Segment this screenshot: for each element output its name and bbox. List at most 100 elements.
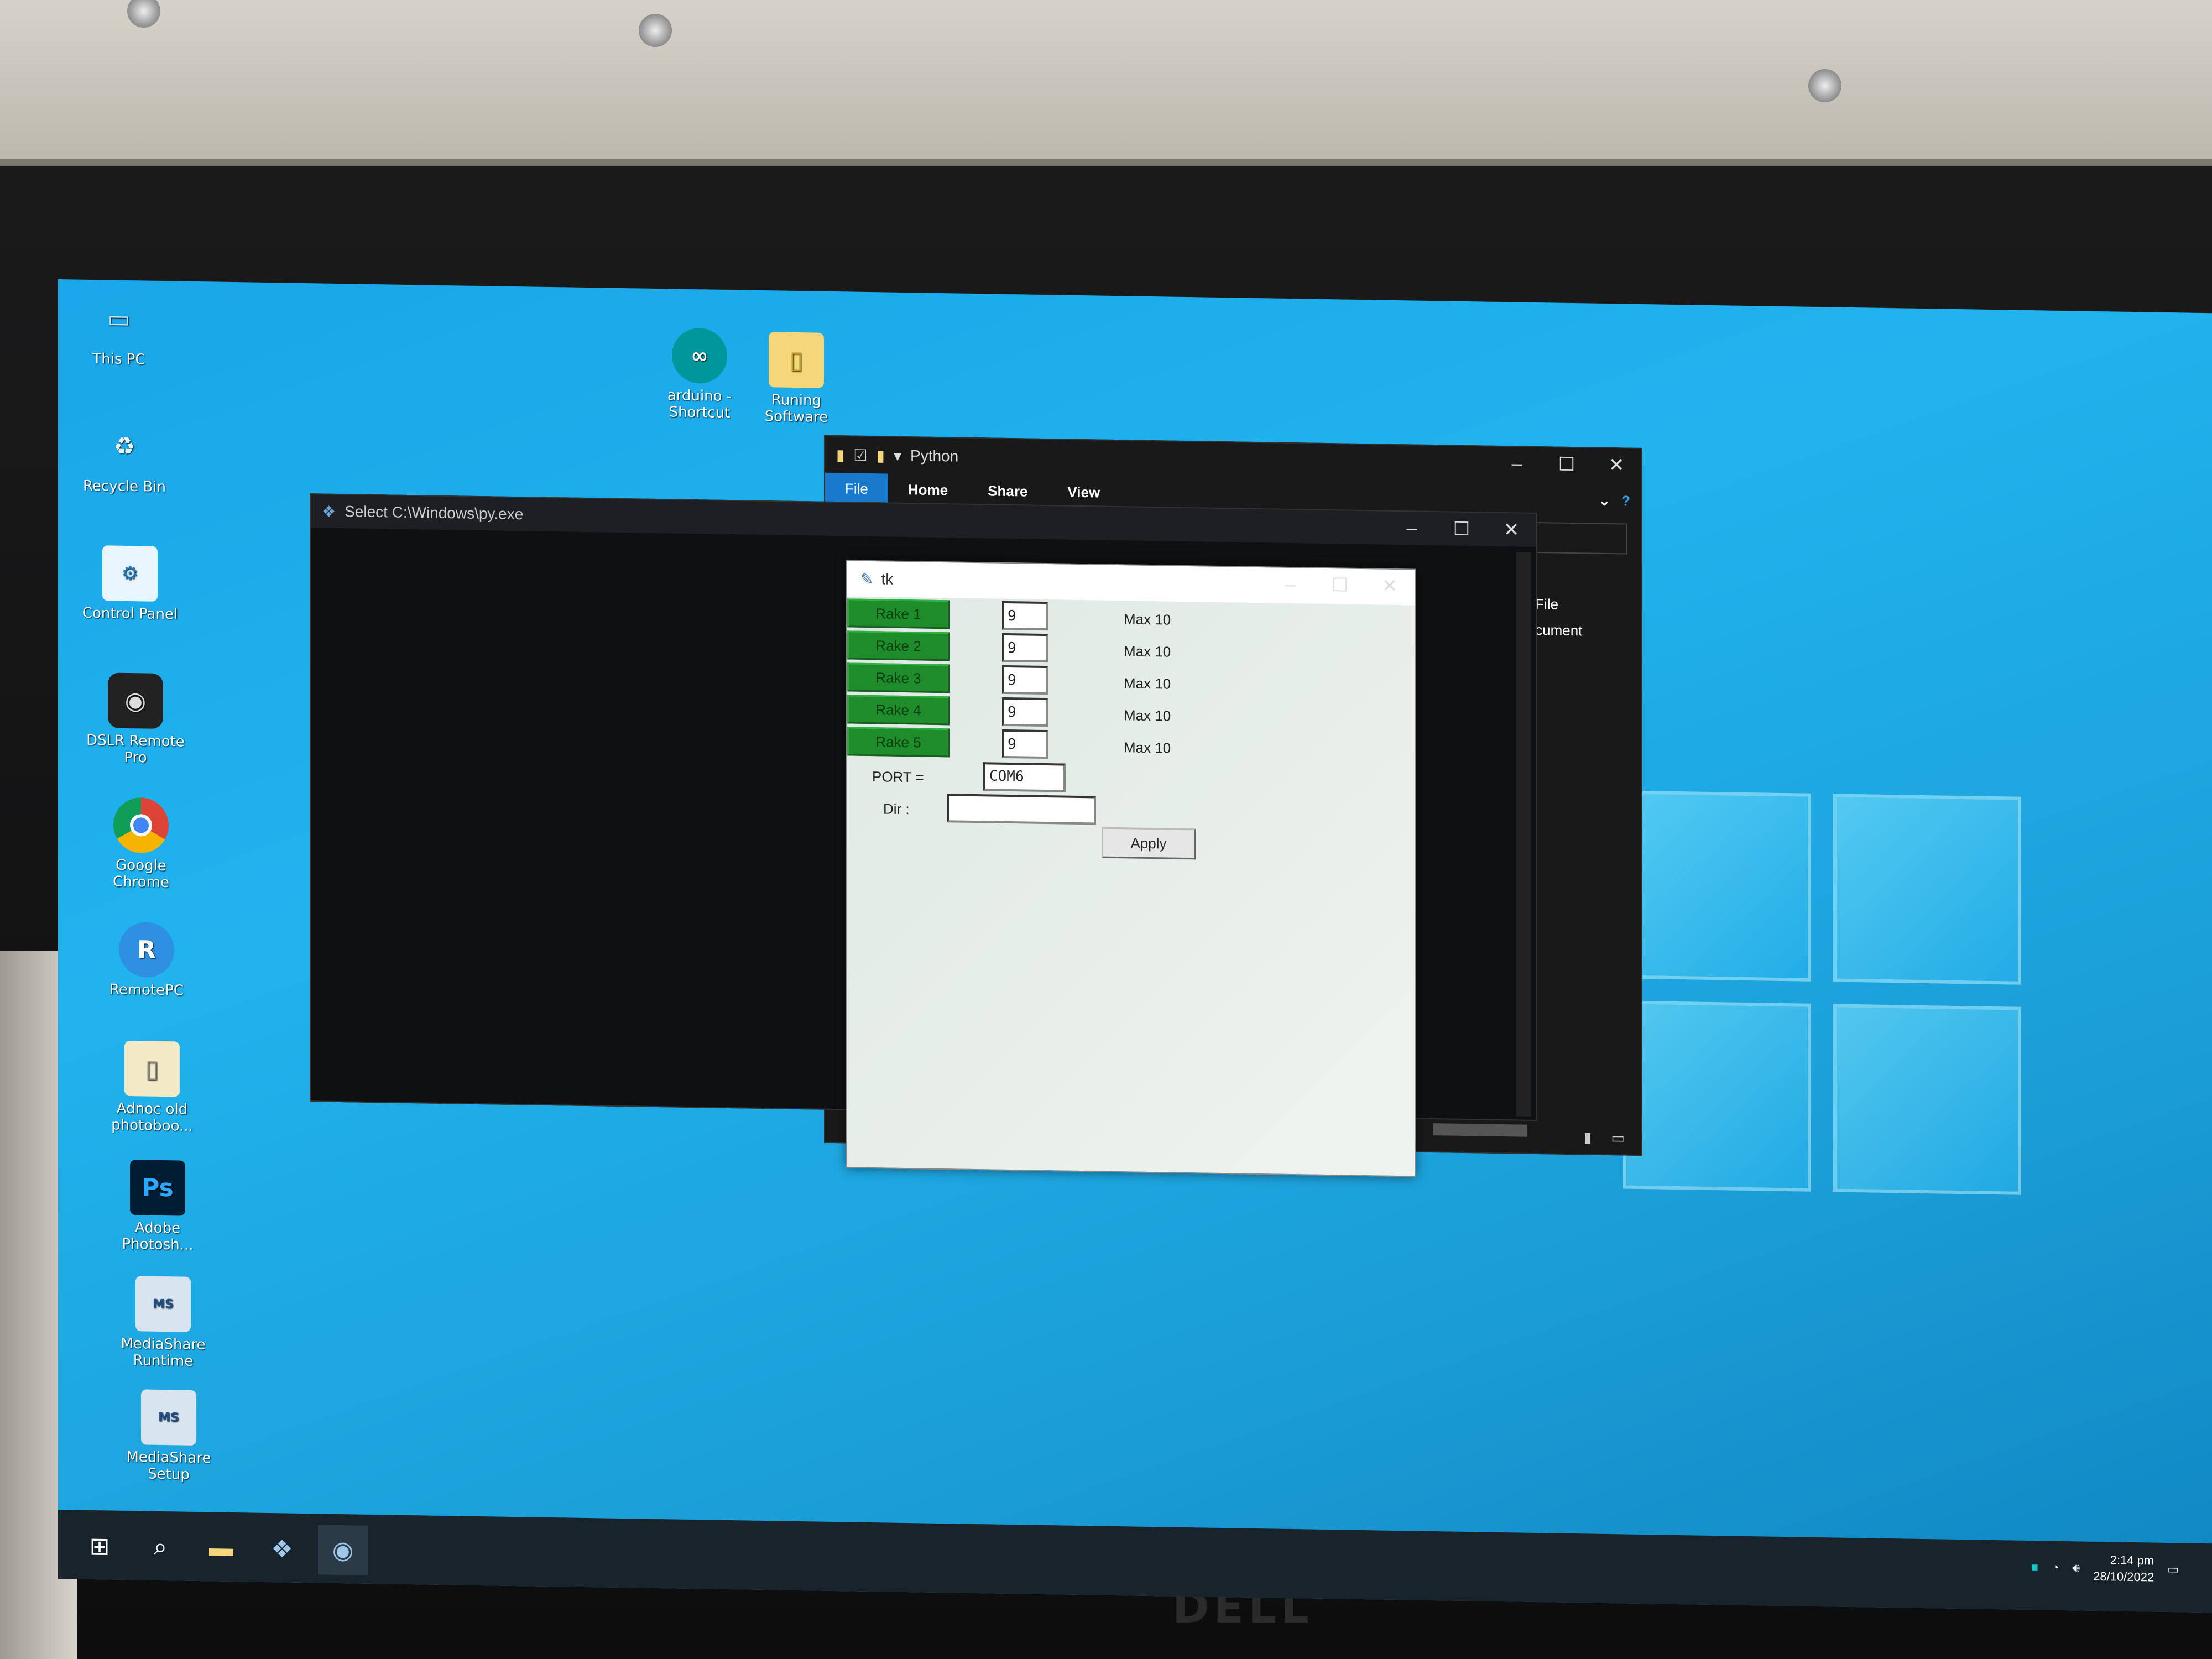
rake-2-button[interactable]: Rake 2 <box>847 630 950 661</box>
explorer-title: Python <box>910 447 959 465</box>
rake-4-max-label: Max 10 <box>1124 707 1171 724</box>
notifications-icon[interactable]: ▭ <box>2167 1562 2179 1577</box>
rake-5-button[interactable]: Rake 5 <box>847 727 950 758</box>
desktop-icon-remotepc[interactable]: R RemotePC <box>91 921 202 999</box>
desktop-screen: ▭ This PC ♻ Recycle Bin ⚙ Control Panel … <box>58 279 2212 1613</box>
desktop-icon-label: DSLR Remote Pro <box>86 732 185 766</box>
desktop-icon-dslr-remote-pro[interactable]: ◉ DSLR Remote Pro <box>80 672 191 767</box>
folder-icon: ▯ <box>769 332 824 388</box>
dir-entry[interactable] <box>947 794 1096 825</box>
rake-5-entry[interactable]: 9 <box>1002 729 1048 759</box>
apply-button[interactable]: Apply <box>1102 827 1196 860</box>
close-button[interactable]: ✕ <box>1486 513 1536 547</box>
desktop-icon-label: MediaShare Runtime <box>121 1335 206 1370</box>
tk-form: Rake 1 9 Max 10 Rake 2 9 Max 10 Rake 3 9… <box>847 596 1417 1178</box>
rake-1-entry[interactable]: 9 <box>1002 601 1048 631</box>
camera-icon: ◉ <box>108 672 163 729</box>
desktop-icon-label: arduino - Shortcut <box>667 387 732 422</box>
folder-icon: ▮ <box>836 446 845 463</box>
tab-view[interactable]: View <box>1047 476 1120 508</box>
control-panel-icon: ⚙ <box>102 545 158 602</box>
port-label: PORT = <box>872 768 924 786</box>
remotepc-icon: R <box>119 921 174 978</box>
desktop-icon-recycle-bin[interactable]: ♻ Recycle Bin <box>69 418 180 495</box>
windows-logo-wallpaper <box>1623 790 2021 1195</box>
rake-3-button[interactable]: Rake 3 <box>847 662 950 693</box>
details-view-icon[interactable]: ▮ <box>1584 1129 1592 1146</box>
desktop-icon-arduino-shortcut[interactable]: ∞ arduino - Shortcut <box>644 327 755 422</box>
rake-1-button[interactable]: Rake 1 <box>847 598 950 629</box>
tab-file[interactable]: File <box>825 472 888 505</box>
feather-icon: ✎ <box>860 570 874 588</box>
system-tray: ■ ◔ 🔊︎ 2:14 pm 28/10/2022 ▭ <box>2031 1551 2179 1586</box>
desktop-icon-label: This PC <box>92 350 145 368</box>
desktop-icon-label: RemotePC <box>109 981 184 999</box>
date: 28/10/2022 <box>2093 1569 2154 1584</box>
screw <box>639 14 672 47</box>
desktop-icon-label: Adobe Photosh... <box>122 1219 194 1254</box>
rake-4-button[interactable]: Rake 4 <box>847 695 950 726</box>
console-title: Select C:\Windows\py.exe <box>345 503 524 523</box>
time: 2:14 pm <box>2110 1553 2154 1568</box>
vertical-scrollbar[interactable] <box>1516 552 1531 1117</box>
volume-icon[interactable]: 🔊︎ <box>2072 1561 2080 1575</box>
file-explorer-icon[interactable]: ▬ <box>196 1523 246 1573</box>
desktop-icon-mediashare-runtime[interactable]: MS MediaShare Runtime <box>108 1275 218 1370</box>
chrome-icon <box>113 797 169 854</box>
desktop-icon-google-chrome[interactable]: Google Chrome <box>86 797 196 891</box>
recycle-bin-icon: ♻ <box>113 432 135 461</box>
tk-window: ✎ tk – ☐ ✕ Rake 1 9 Max 10 Rake 2 9 Max … <box>846 560 1416 1177</box>
dir-label: Dir : <box>883 800 910 818</box>
tab-home[interactable]: Home <box>888 474 968 506</box>
maximize-button[interactable]: ☐ <box>1542 447 1592 481</box>
desktop-icon-this-pc[interactable]: ▭ This PC <box>64 290 174 368</box>
large-icons-view-icon[interactable]: ▭ <box>1611 1129 1625 1146</box>
desktop-icon-label: Recycle Bin <box>83 477 166 496</box>
screw <box>1808 69 1841 102</box>
desktop-icon-label: Adnoc old photoboo... <box>111 1100 193 1135</box>
python-console-icon[interactable]: ❖ <box>257 1524 307 1574</box>
start-windows-icon[interactable]: ⊞ <box>75 1521 124 1571</box>
maximize-button[interactable]: ☐ <box>1315 568 1365 602</box>
maximize-button[interactable]: ☐ <box>1437 512 1486 546</box>
tk-title: tk <box>881 570 894 588</box>
desktop-icon-mediashare-setup[interactable]: MS MediaShare Setup <box>113 1389 224 1484</box>
desktop-icon-runing-software[interactable]: ▯ Runing Software <box>741 331 852 426</box>
photoshop-icon: Ps <box>130 1160 185 1216</box>
app-tray-icon[interactable]: ■ <box>2031 1560 2038 1574</box>
folder-icon: ▯ <box>124 1040 180 1097</box>
tab-share[interactable]: Share <box>968 475 1047 507</box>
arduino-icon: ∞ <box>672 327 727 384</box>
quick-access-dropdown-icon[interactable]: ▾ <box>894 446 901 465</box>
desktop-icon-control-panel[interactable]: ⚙ Control Panel <box>75 545 185 623</box>
clock[interactable]: 2:14 pm 28/10/2022 <box>2093 1552 2154 1586</box>
expand-ribbon-icon[interactable]: ⌄ <box>1598 492 1610 509</box>
desktop-icon-adnoc-old-photobooth[interactable]: ▯ Adnoc old photoboo... <box>97 1040 207 1135</box>
properties-icon[interactable]: ☑ <box>853 446 867 464</box>
horizontal-scrollbar[interactable] <box>1433 1123 1527 1137</box>
wifi-icon[interactable]: ◔ <box>2052 1561 2059 1575</box>
rake-1-max-label: Max 10 <box>1124 611 1171 628</box>
minimize-button[interactable]: – <box>1387 512 1437 545</box>
desktop-icon-label: Control Panel <box>82 604 178 623</box>
search-icon[interactable]: ⌕ <box>135 1522 185 1572</box>
help-icon[interactable]: ? <box>1621 492 1630 509</box>
python-icon: ❖ <box>322 502 336 520</box>
desktop-icon-label: Runing Software <box>764 392 828 426</box>
rake-2-max-label: Max 10 <box>1124 643 1171 660</box>
minimize-button[interactable]: – <box>1492 447 1542 481</box>
rake-4-entry[interactable]: 9 <box>1002 697 1048 727</box>
mediashare-icon: MS <box>141 1389 196 1446</box>
rake-2-entry[interactable]: 9 <box>1002 633 1048 663</box>
desktop-icon-adobe-photoshop[interactable]: Ps Adobe Photosh... <box>102 1159 213 1254</box>
desktop-icon-label: MediaShare Setup <box>126 1448 211 1483</box>
port-entry[interactable]: COM6 <box>983 762 1066 792</box>
windows-logo-wallpaper <box>1623 790 1811 982</box>
rake-3-entry[interactable]: 9 <box>1002 665 1048 695</box>
tk-app-icon[interactable]: ◉ <box>318 1525 368 1575</box>
close-button[interactable]: ✕ <box>1592 448 1641 482</box>
close-button[interactable]: ✕ <box>1365 569 1415 603</box>
minimize-button[interactable]: – <box>1265 567 1315 601</box>
windows-logo-wallpaper <box>1623 1000 1811 1192</box>
rake-5-max-label: Max 10 <box>1124 739 1171 757</box>
